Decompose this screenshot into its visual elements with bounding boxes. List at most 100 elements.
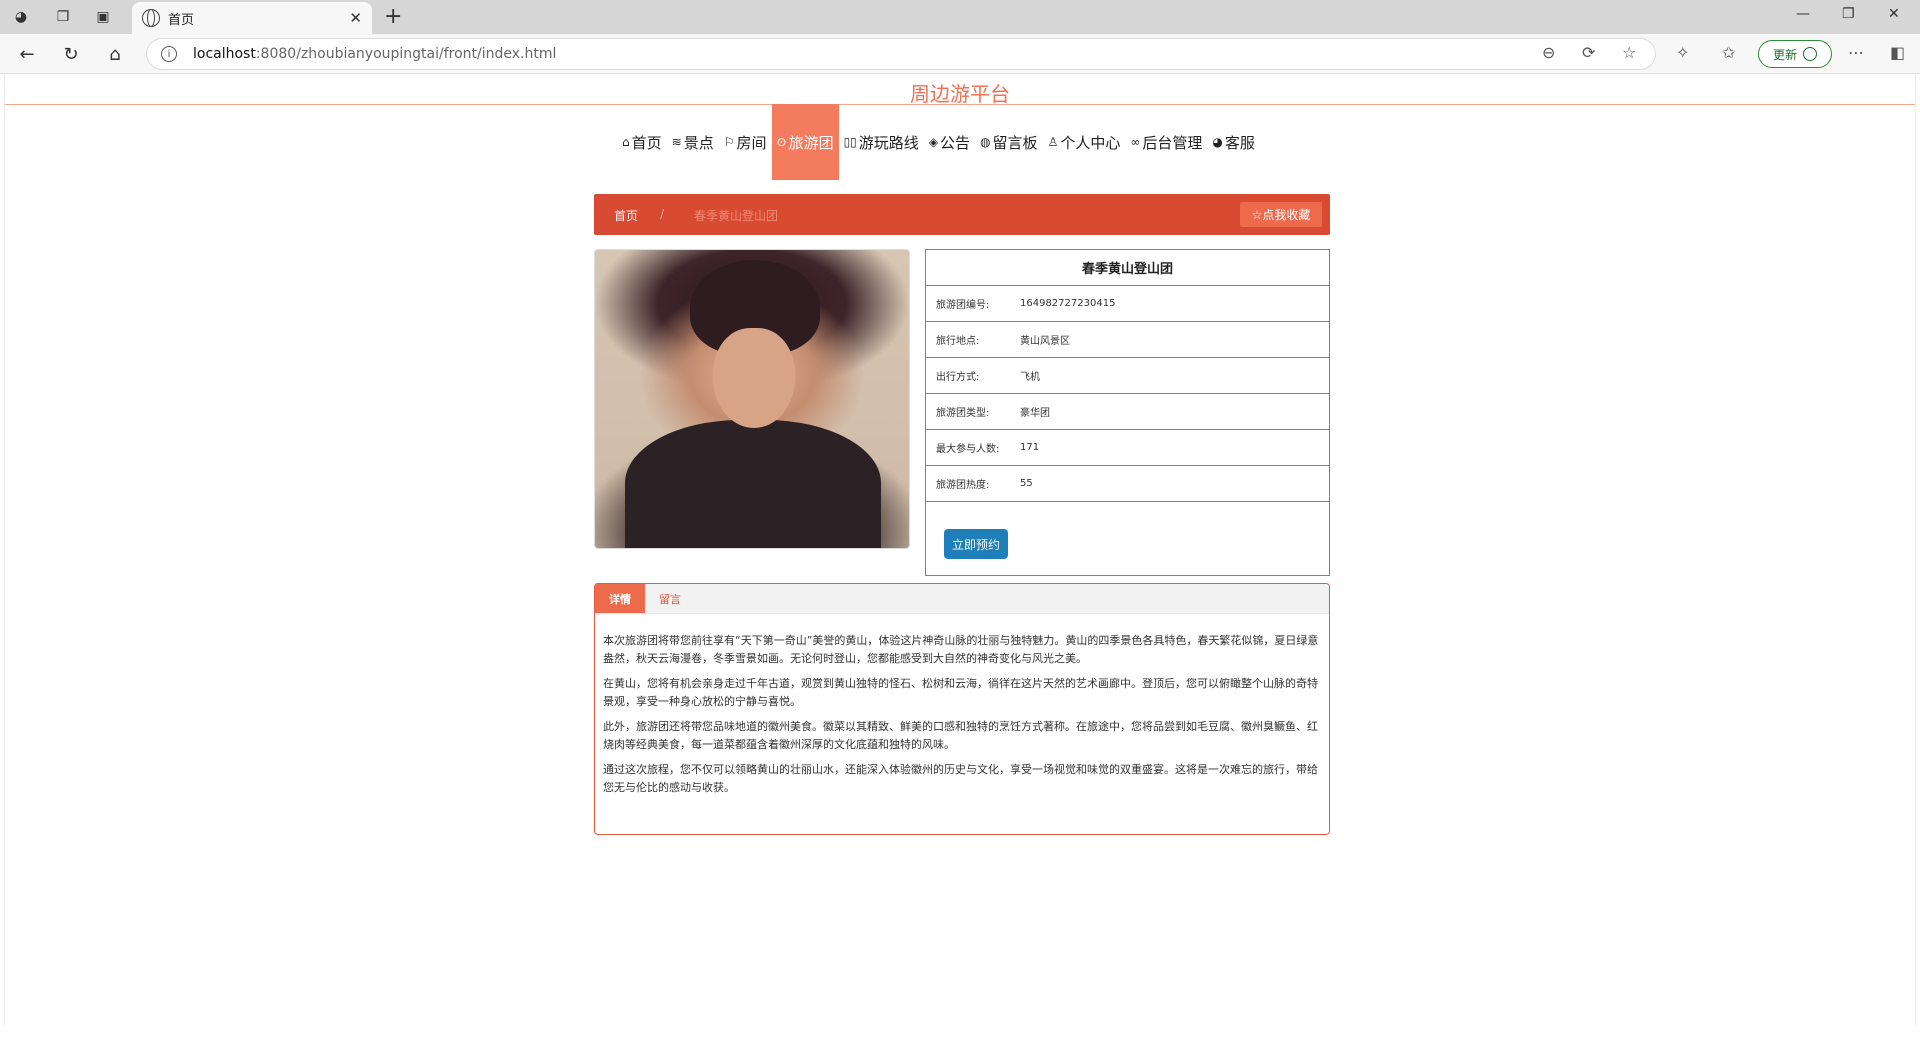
tour-info-panel: 春季黄山登山团 旅游团编号: 164982727230415 旅行地点: 黄山风景区… <box>925 249 1330 576</box>
user-icon: ♙ <box>1047 135 1059 149</box>
detail-paragraph: 本次旅游团将带您前往享有“天下第一奇山”美誉的黄山，体验这片神奇山脉的壮丽与独特… <box>603 634 1319 665</box>
info-row-id: 旅游团编号: 164982727230415 <box>926 286 1329 322</box>
book-now-button[interactable]: 立即预约 <box>944 529 1008 559</box>
info-row-popularity: 旅游团热度: 55 <box>926 466 1329 502</box>
nav-item-message-board[interactable]: ◍ 留言板 <box>975 104 1043 180</box>
url-path: :8080/zhoubianyoupingtai/front/index.htm… <box>255 46 557 62</box>
zoom-out-icon[interactable]: ⊖ <box>1542 43 1555 62</box>
flag-icon: ⚐ <box>723 135 735 149</box>
workspaces-icon[interactable]: ❐ <box>52 6 74 28</box>
breadcrumb-current: 春季黄山登山团 <box>694 209 779 223</box>
home-icon[interactable]: ⌂ <box>104 43 126 65</box>
detail-paragraph: 此外，旅游团还将带您品味地道的徽州美食。徽菜以其精致、鲜美的口感和独特的烹饪方式… <box>603 720 1318 751</box>
nav-item-admin[interactable]: ∞ 后台管理 <box>1125 104 1207 180</box>
more-menu-icon[interactable]: ⋯ <box>1848 43 1864 62</box>
nav-label: 客服 <box>1224 133 1255 152</box>
favorite-star-icon[interactable]: ☆ <box>1622 43 1636 62</box>
tour-cover-image <box>594 249 910 549</box>
info-value: 164982727230415 <box>1020 298 1116 309</box>
nav-label: 首页 <box>631 133 662 152</box>
info-value: 飞机 <box>1020 372 1040 383</box>
nav-label: 旅游团 <box>788 133 834 152</box>
info-label: 最大参与人数: <box>936 444 1000 455</box>
detail-paragraph: 通过这次旅程，您不仅可以领略黄山的壮丽山水，还能深入体验徽州的历史与文化，享受一… <box>603 763 1318 794</box>
breadcrumb: 首页 / 春季黄山登山团 ☆点我收藏 <box>594 194 1330 235</box>
breadcrumb-home[interactable]: 首页 <box>614 207 638 224</box>
announcement-icon: ◈ <box>928 135 939 149</box>
update-label: 更新 <box>1772 47 1797 62</box>
nav-label: 游玩路线 <box>858 133 919 152</box>
nav-item-customer-service[interactable]: ◕ 客服 <box>1207 104 1260 180</box>
extensions-icon[interactable]: ✧ <box>1676 43 1689 62</box>
info-value: 黄山风景区 <box>1020 336 1070 347</box>
add-favorite-button[interactable]: ☆点我收藏 <box>1240 202 1322 227</box>
close-tab-icon[interactable]: ✕ <box>349 9 362 27</box>
info-value: 55 <box>1020 478 1033 489</box>
nav-item-home[interactable]: ⌂ 首页 <box>617 104 667 180</box>
nav-label: 留言板 <box>992 133 1038 152</box>
info-row-location: 旅行地点: 黄山风景区 <box>926 322 1329 358</box>
routes-icon: ▯▯ <box>843 135 857 149</box>
attractions-icon: ≋ <box>671 135 682 149</box>
info-label: 旅游团编号: <box>936 300 990 311</box>
back-icon[interactable]: ← <box>16 43 38 65</box>
home-nav-icon: ⌂ <box>622 135 630 149</box>
detail-tab-bar: 详情 留言 <box>595 584 1329 614</box>
browser-tab-title: 首页 <box>168 12 195 28</box>
info-row-type: 旅游团类型: 豪华团 <box>926 394 1329 430</box>
detail-paragraph: 在黄山，您将有机会亲身走过千年古道，观赏到黄山独特的怪石、松树和云海，徜徉在这片… <box>603 677 1318 708</box>
nav-item-profile[interactable]: ♙ 个人中心 <box>1043 104 1126 180</box>
tab-comments[interactable]: 留言 <box>645 584 695 613</box>
update-status-icon <box>1803 47 1817 61</box>
sidebar-toggle-icon[interactable]: ◧ <box>1890 43 1905 62</box>
info-label: 出行方式: <box>936 372 980 383</box>
minimize-icon[interactable]: — <box>1796 6 1810 22</box>
site-info-icon[interactable]: i <box>161 46 177 62</box>
tab-details[interactable]: 详情 <box>595 584 645 613</box>
chat-icon: ◕ <box>1212 135 1223 149</box>
detail-tabs-panel: 详情 留言 本次旅游团将带您前往享有“天下第一奇山”美誉的黄山，体验这片神奇山脉… <box>594 583 1330 835</box>
restore-icon[interactable]: ❐ <box>1842 6 1855 22</box>
immersive-reader-icon[interactable]: ⟳ <box>1582 43 1595 62</box>
main-navigation: ⌂ 首页 ≋ 景点 ⚐ 房间 ⊙ 旅游团 ▯▯ 游玩路线 ◈ 公告 ◍ 留言板 ♙ 个人中心 ∞… <box>617 104 1260 180</box>
close-window-icon[interactable]: ✕ <box>1888 6 1900 22</box>
nav-label: 后台管理 <box>1142 133 1203 152</box>
link-icon: ∞ <box>1130 135 1141 149</box>
info-value: 171 <box>1020 442 1040 453</box>
nav-label: 房间 <box>736 133 767 152</box>
reload-icon[interactable]: ↻ <box>60 43 82 65</box>
browser-tab-active[interactable]: 首页 ✕ <box>132 2 372 34</box>
nav-item-routes[interactable]: ▯▯ 游玩路线 <box>839 104 924 180</box>
browser-toolbar: ← ↻ ⌂ i localhost:8080/zhoubianyoupingta… <box>0 34 1920 74</box>
info-label: 旅游团热度: <box>936 480 990 491</box>
tour-group-icon: ⊙ <box>776 135 787 149</box>
info-label: 旅行地点: <box>936 336 980 347</box>
nav-item-attractions[interactable]: ≋ 景点 <box>667 104 719 180</box>
browser-tab-strip: ◕ ❐ ▣ 首页 ✕ + — ❐ ✕ <box>0 0 1920 34</box>
image-jacket-shape <box>625 420 881 548</box>
nav-item-tour-groups[interactable]: ⊙ 旅游团 <box>771 104 839 180</box>
tab-actions-icon[interactable]: ▣ <box>92 6 114 28</box>
detail-content: 本次旅游团将带您前往享有“天下第一奇山”美誉的黄山，体验这片神奇山脉的壮丽与独特… <box>595 614 1329 797</box>
info-value: 豪华团 <box>1020 408 1050 419</box>
nav-label: 公告 <box>940 133 971 152</box>
site-title: 周边游平台 <box>910 82 1010 106</box>
nav-item-rooms[interactable]: ⚐ 房间 <box>719 104 772 180</box>
url-text: localhost:8080/zhoubianyoupingtai/front/… <box>193 46 556 62</box>
new-tab-icon[interactable]: + <box>384 4 402 29</box>
breadcrumb-separator: / <box>660 207 665 221</box>
favorites-icon[interactable]: ✩ <box>1722 43 1735 62</box>
profile-avatar-icon[interactable]: ◕ <box>10 6 32 28</box>
globe-icon <box>142 9 160 27</box>
nav-item-announcements[interactable]: ◈ 公告 <box>924 104 975 180</box>
address-bar[interactable]: i localhost:8080/zhoubianyoupingtai/fron… <box>146 38 1656 70</box>
web-page: 周边游平台 ⌂ 首页 ≋ 景点 ⚐ 房间 ⊙ 旅游团 ▯▯ 游玩路线 ◈ 公告 ◍ 留言板 ♙… <box>4 74 1916 1026</box>
image-face-shape <box>713 328 795 428</box>
info-row-max-people: 最大参与人数: 171 <box>926 430 1329 466</box>
nav-label: 个人中心 <box>1060 133 1121 152</box>
tour-title: 春季黄山登山团 <box>926 250 1329 286</box>
update-button[interactable]: 更新 <box>1758 40 1832 68</box>
nav-label: 景点 <box>683 133 714 152</box>
info-row-transport: 出行方式: 飞机 <box>926 358 1329 394</box>
message-board-icon: ◍ <box>980 135 991 149</box>
